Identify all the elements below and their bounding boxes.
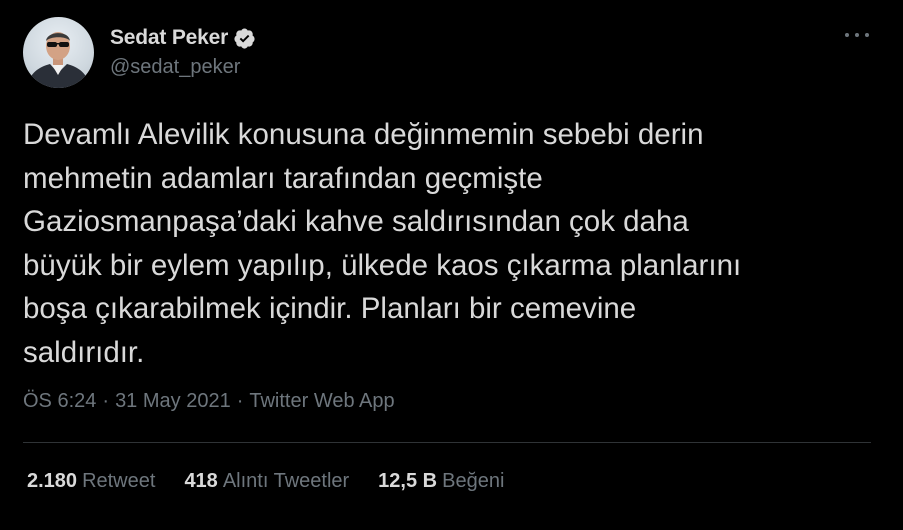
- author-handle[interactable]: @sedat_peker: [110, 56, 256, 79]
- tweet-card: Sedat Peker @sedat_peker Devamlı Alevili…: [0, 0, 903, 530]
- tweet-metadata: ÖS 6:24 · 31 May 2021 · Twitter Web App: [23, 390, 395, 413]
- tweet-date[interactable]: 31 May 2021: [115, 390, 231, 413]
- quote-count-link[interactable]: 418 Alıntı Tweetler: [184, 470, 349, 493]
- like-label: Beğeni: [442, 470, 505, 492]
- retweet-count: 2.180: [27, 470, 78, 492]
- more-dot: [845, 33, 849, 37]
- more-options-icon[interactable]: [845, 28, 869, 42]
- like-count-link[interactable]: 12,5 B Beğeni: [378, 470, 504, 493]
- meta-separator: ·: [236, 390, 244, 412]
- meta-separator: ·: [102, 390, 110, 412]
- quote-label: Alıntı Tweetler: [222, 470, 350, 492]
- retweet-count-link[interactable]: 2.180 Retweet: [27, 470, 155, 493]
- tweet-stats: 2.180 Retweet 418 Alıntı Tweetler 12,5 B…: [27, 470, 533, 493]
- more-dot: [855, 33, 859, 37]
- author-avatar[interactable]: [23, 17, 94, 88]
- author-info: Sedat Peker @sedat_peker: [110, 24, 256, 79]
- quote-count: 418: [184, 470, 218, 492]
- author-display-name[interactable]: Sedat Peker: [110, 26, 228, 50]
- avatar-image: [27, 32, 90, 88]
- retweet-label: Retweet: [82, 470, 156, 492]
- more-dot: [865, 33, 869, 37]
- divider: [23, 442, 871, 443]
- tweet-text: Devamlı Alevilik konusuna değinmemin seb…: [23, 118, 742, 369]
- verified-badge-icon: [234, 27, 255, 49]
- like-count: 12,5 B: [378, 470, 438, 492]
- tweet-source[interactable]: Twitter Web App: [249, 390, 394, 413]
- tweet-time[interactable]: ÖS 6:24: [23, 390, 96, 413]
- author-name-row: Sedat Peker: [110, 24, 256, 52]
